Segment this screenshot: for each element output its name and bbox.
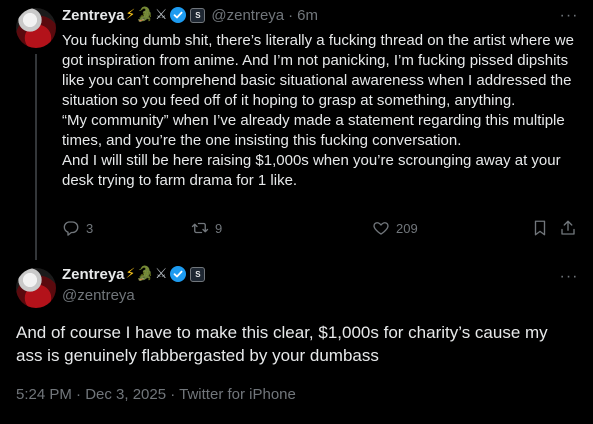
tweet-actions: 3 9 209 bbox=[62, 219, 582, 243]
share-icon bbox=[559, 219, 577, 237]
tweet-paragraph: And I will still be here raising $1,000s… bbox=[62, 152, 561, 189]
more-options-icon[interactable]: ··· bbox=[559, 267, 579, 287]
retweet-button[interactable]: 9 bbox=[191, 219, 222, 237]
reply-count: 3 bbox=[86, 220, 94, 236]
display-name[interactable]: Zentreya bbox=[62, 7, 125, 24]
bookmark-icon bbox=[531, 219, 549, 237]
tweet-header: Zentreya ⚡ 🐊 ⚔ S bbox=[62, 265, 206, 283]
thread-connector-line bbox=[35, 54, 37, 260]
tweet-paragraph: You fucking dumb shit, there’s literally… bbox=[62, 32, 574, 109]
handle[interactable]: @zentreya bbox=[62, 287, 135, 304]
lightning-emoji: ⚡ bbox=[125, 266, 136, 282]
bookmark-button[interactable] bbox=[531, 219, 549, 237]
tweet-text: You fucking dumb shit, there’s literally… bbox=[62, 31, 582, 191]
like-count: 209 bbox=[396, 220, 418, 236]
focused-tweet[interactable]: Zentreya ⚡ 🐊 ⚔ S @zentreya ··· And of co… bbox=[0, 258, 593, 424]
avatar[interactable] bbox=[16, 268, 56, 308]
tweet-paragraph: “My community” when I’ve already made a … bbox=[62, 112, 565, 149]
tweet-header: Zentreya ⚡ 🐊 ⚔ S @zentreya · 6m bbox=[62, 6, 318, 24]
separator-dot: · bbox=[288, 6, 294, 24]
reply-button[interactable]: 3 bbox=[62, 219, 93, 237]
heart-icon bbox=[372, 219, 390, 237]
more-options-icon[interactable]: ··· bbox=[559, 6, 579, 26]
reply-icon bbox=[62, 219, 80, 237]
share-button[interactable] bbox=[559, 219, 577, 237]
tweet-meta[interactable]: 5:24 PM · Dec 3, 2025 · Twitter for iPho… bbox=[16, 386, 296, 403]
verified-badge-icon[interactable] bbox=[170, 266, 187, 282]
crossed-swords-emoji: ⚔ bbox=[154, 7, 168, 23]
affiliate-badge-icon[interactable]: S bbox=[190, 7, 206, 23]
crocodile-emoji: 🐊 bbox=[136, 7, 154, 23]
retweet-icon bbox=[191, 219, 209, 237]
handle[interactable]: @zentreya bbox=[211, 7, 284, 24]
lightning-emoji: ⚡ bbox=[125, 7, 136, 23]
avatar[interactable] bbox=[16, 8, 56, 48]
affiliate-badge-icon[interactable]: S bbox=[190, 266, 206, 282]
retweet-count: 9 bbox=[215, 220, 223, 236]
timestamp[interactable]: 6m bbox=[297, 7, 318, 24]
verified-badge-icon[interactable] bbox=[170, 7, 187, 23]
display-name[interactable]: Zentreya bbox=[62, 266, 125, 283]
crossed-swords-emoji: ⚔ bbox=[154, 266, 168, 282]
tweet-text: And of course I have to make this clear,… bbox=[16, 323, 548, 365]
like-button[interactable]: 209 bbox=[372, 219, 418, 237]
crocodile-emoji: 🐊 bbox=[136, 266, 154, 282]
thread-tweet[interactable]: Zentreya ⚡ 🐊 ⚔ S @zentreya · 6m ··· You … bbox=[0, 0, 593, 260]
